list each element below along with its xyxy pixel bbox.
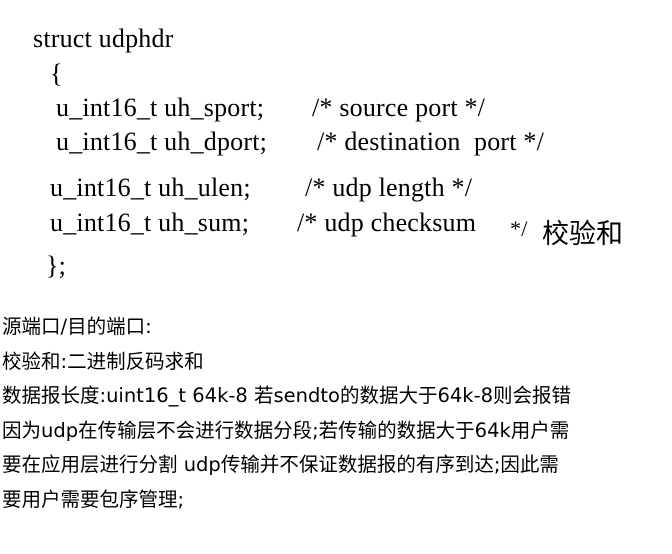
sum-field-comment: /* udp checksum (297, 208, 477, 237)
sport-field-declaration: u_int16_t uh_sport; (56, 93, 265, 122)
struct-declaration: struct udphdr (33, 24, 174, 53)
note-ports: 源端口/目的端口: (2, 315, 152, 338)
note-datagram-length: 数据报长度:uint16_t 64k-8 若sendto的数据大于64k-8则会… (2, 384, 572, 407)
dport-field-declaration: u_int16_t uh_dport; (56, 127, 268, 156)
ulen-field-declaration: u_int16_t uh_ulen; (50, 173, 251, 202)
note-no-segmentation: 因为udp在传输层不会进行数据分段;若传输的数据大于64k用户需 (2, 418, 570, 442)
note-checksum: 校验和:二进制反码求和 (2, 349, 204, 373)
sum-field-comment-end: */ (510, 216, 528, 241)
checksum-annotation: 校验和 (542, 219, 623, 250)
sport-field-comment: /* source port */ (312, 93, 486, 122)
close-brace: }; (46, 251, 67, 280)
dport-field-comment: /* destination port */ (317, 127, 545, 156)
udp-header-notes: 源端口/目的端口: 校验和:二进制反码求和 数据报长度:uint16_t 64k… (2, 310, 670, 517)
note-ordering: 要用户需要包序管理; (2, 487, 185, 511)
open-brace: { (50, 59, 63, 88)
sum-field-declaration: u_int16_t uh_sum; (50, 208, 250, 237)
note-app-layer-split: 要在应用层进行分割 udp传输并不保证数据报的有序到达;因此需 (2, 453, 559, 476)
ulen-field-comment: /* udp length */ (305, 173, 473, 202)
